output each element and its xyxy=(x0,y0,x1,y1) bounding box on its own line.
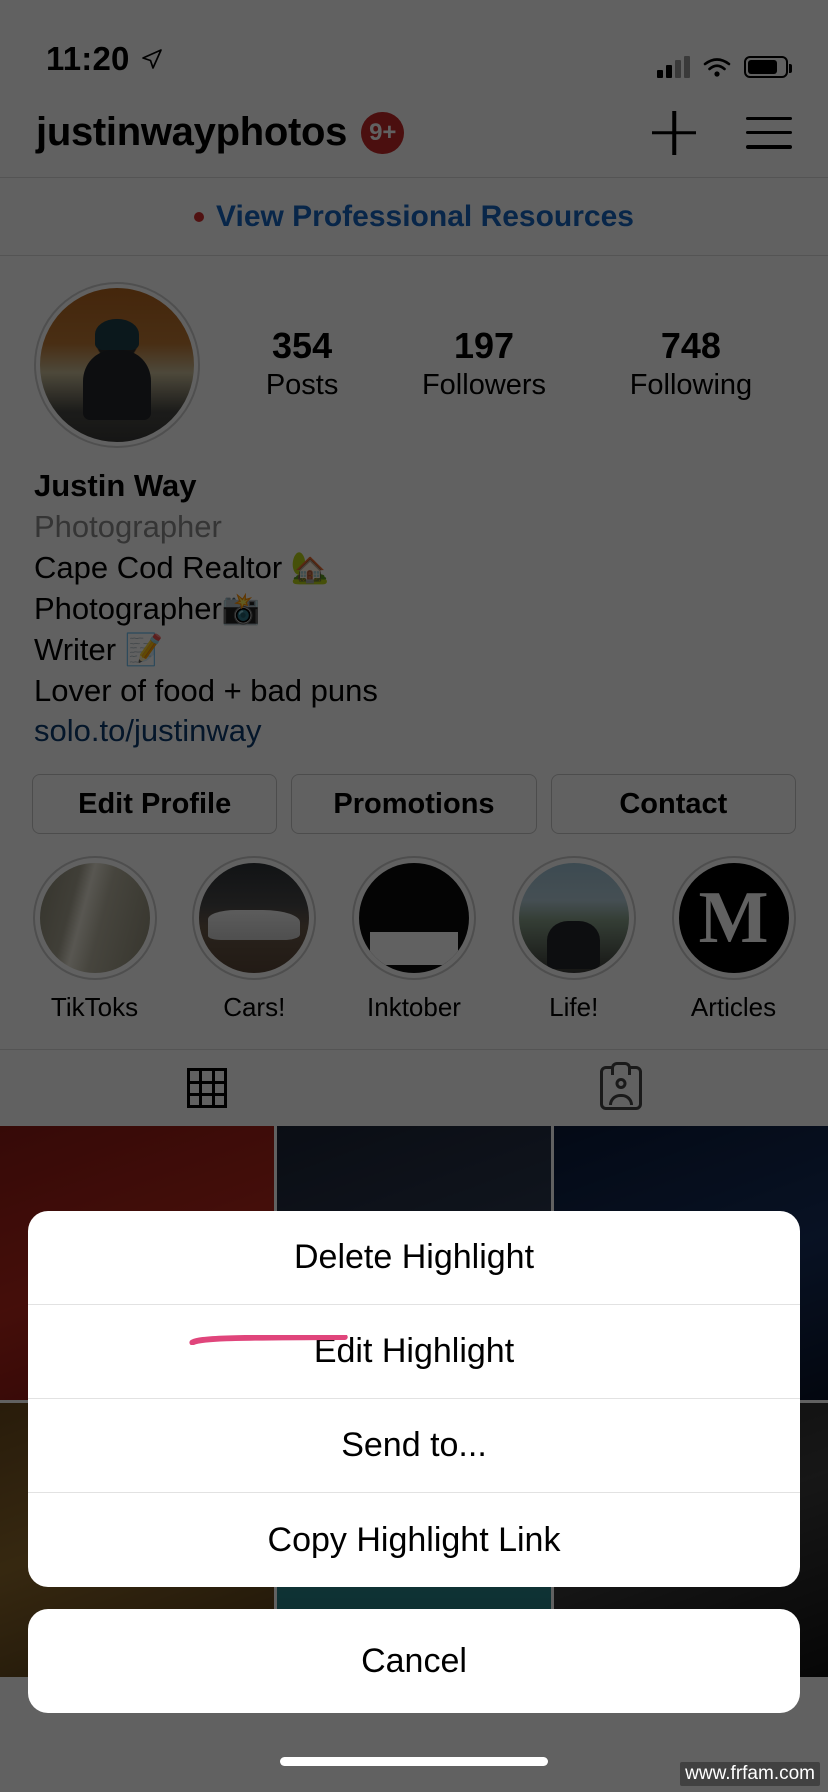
edit-highlight-option[interactable]: Edit Highlight xyxy=(28,1305,800,1399)
cancel-button[interactable]: Cancel xyxy=(28,1609,800,1713)
edit-highlight-label: Edit Highlight xyxy=(313,1332,515,1370)
watermark: www.frfam.com xyxy=(680,1762,820,1786)
action-sheet-options: Delete Highlight Edit Highlight Send to.… xyxy=(28,1211,800,1587)
copy-highlight-link-option[interactable]: Copy Highlight Link xyxy=(28,1493,800,1587)
home-indicator xyxy=(280,1757,548,1766)
phone-screen: 11:20 justinwayphotos 9+ xyxy=(0,0,828,1792)
send-to-option[interactable]: Send to... xyxy=(28,1399,800,1493)
delete-highlight-option[interactable]: Delete Highlight xyxy=(28,1211,800,1305)
action-sheet: Delete Highlight Edit Highlight Send to.… xyxy=(0,1211,828,1792)
